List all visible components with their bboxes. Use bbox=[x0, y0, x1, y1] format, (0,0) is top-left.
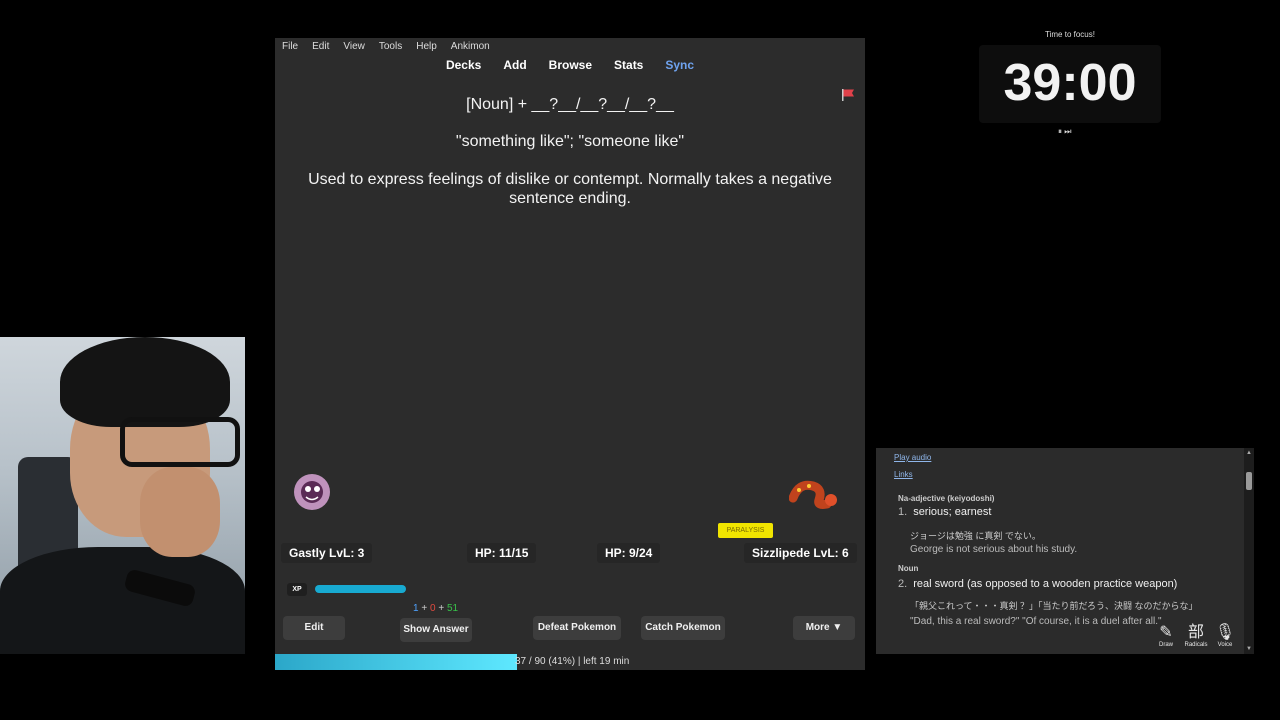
part-of-speech: Noun bbox=[898, 564, 919, 573]
menu-bar: File Edit View Tools Help Ankimon bbox=[275, 38, 865, 56]
card-usage: Used to express feelings of dislike or c… bbox=[308, 171, 832, 207]
radicals-label: Radicals bbox=[1184, 642, 1208, 648]
defeat-pokemon-button[interactable]: Defeat Pokemon bbox=[533, 616, 621, 640]
example-english: George is not serious about his study. bbox=[910, 544, 1078, 555]
scrollbar-thumb[interactable] bbox=[1246, 472, 1252, 490]
person-shirt bbox=[0, 547, 245, 654]
count-plus: + bbox=[421, 603, 428, 614]
menu-file[interactable]: File bbox=[275, 38, 305, 56]
catch-pokemon-button[interactable]: Catch Pokemon bbox=[641, 616, 725, 640]
learn-count: 0 bbox=[429, 603, 436, 614]
xp-label: XP bbox=[287, 583, 307, 596]
radicals-tool[interactable]: 部 Radicals bbox=[1182, 624, 1210, 654]
person-hand bbox=[140, 467, 220, 557]
scroll-down-icon[interactable]: ▼ bbox=[1246, 646, 1252, 652]
more-button[interactable]: More ▼ bbox=[793, 616, 855, 640]
review-count: 51 bbox=[446, 603, 459, 614]
progress-text: 37 / 90 (41%) | left 19 min bbox=[515, 656, 630, 667]
example-english: "Dad, this a real sword?" "Of course, it… bbox=[910, 616, 1162, 627]
toolbar-decks[interactable]: Decks bbox=[446, 58, 481, 78]
definition-number: 2. bbox=[898, 578, 908, 590]
part-of-speech: Na-adjective (keiyodoshi) bbox=[898, 494, 995, 503]
draw-label: Draw bbox=[1158, 642, 1173, 648]
due-counts: 1 + 0 + 51 bbox=[413, 603, 458, 614]
card-meaning: "something like"; "someone like" bbox=[455, 133, 685, 150]
toolbar-sync[interactable]: Sync bbox=[665, 58, 694, 78]
definition-text: real sword (as opposed to a wooden pract… bbox=[913, 578, 1178, 590]
card-pattern: [Noun] + __?__/__?__/__?__ bbox=[466, 96, 674, 113]
timer-title: Time to focus! bbox=[1045, 30, 1095, 39]
anki-window: File Edit View Tools Help Ankimon Decks … bbox=[275, 38, 865, 670]
definition-number: 1. bbox=[898, 506, 908, 518]
enemy-hp: HP: 9/24 bbox=[597, 543, 661, 563]
menu-help[interactable]: Help bbox=[409, 38, 444, 56]
toolbar-stats[interactable]: Stats bbox=[614, 58, 643, 78]
enemy-pokemon-name: Sizzlipede LvL: 6 bbox=[744, 543, 857, 563]
xp-bar bbox=[315, 585, 406, 593]
new-count: 1 bbox=[413, 603, 419, 614]
status-badge: PARALYSIS bbox=[718, 523, 773, 538]
battle-info-row: Gastly LvL: 3 HP: 11/15 HP: 9/24 Sizzlip… bbox=[281, 543, 861, 563]
draw-icon: ✎ bbox=[1159, 624, 1173, 641]
player-hp: HP: 11/15 bbox=[467, 543, 537, 563]
example-japanese: ジョージは勉強 に真剣 でない。 bbox=[910, 531, 1041, 541]
example-japanese: 「親父これって・・・真剣 ？」「当たり前だろう、決闘 なのだからな」 bbox=[910, 601, 1198, 611]
menu-tools[interactable]: Tools bbox=[372, 38, 409, 56]
count-plus: + bbox=[438, 603, 445, 614]
main-toolbar: Decks Add Browse Stats Sync bbox=[275, 58, 865, 78]
menu-ankimon[interactable]: Ankimon bbox=[444, 38, 497, 56]
person-glasses bbox=[120, 417, 240, 467]
voice-tool[interactable]: 🎙 Voice bbox=[1211, 624, 1239, 654]
toolbar-browse[interactable]: Browse bbox=[549, 58, 592, 78]
definition: 2. real sword (as opposed to a wooden pra… bbox=[898, 578, 1177, 590]
webcam-feed bbox=[0, 337, 245, 654]
play-audio-link[interactable]: Play audio bbox=[894, 453, 931, 462]
links-link[interactable]: Links bbox=[894, 470, 913, 479]
voice-label: Voice bbox=[1217, 642, 1233, 648]
gastly-sprite bbox=[294, 474, 330, 510]
microphone-icon: 🎙 bbox=[1214, 624, 1236, 641]
edit-button[interactable]: Edit bbox=[283, 616, 345, 640]
menu-edit[interactable]: Edit bbox=[305, 38, 336, 56]
draw-tool[interactable]: ✎ Draw bbox=[1152, 624, 1180, 654]
definition-text: serious; earnest bbox=[913, 506, 992, 518]
progress-fill bbox=[275, 654, 517, 670]
person-hair bbox=[60, 337, 230, 427]
timer-display: 39:00 bbox=[979, 45, 1161, 123]
timer-value: 39:00 bbox=[1003, 54, 1137, 112]
scroll-up-icon[interactable]: ▲ bbox=[1246, 450, 1252, 456]
toolbar-add[interactable]: Add bbox=[503, 58, 526, 78]
radicals-icon: 部 bbox=[1187, 624, 1204, 641]
sizzlipede-sprite bbox=[789, 480, 837, 509]
show-answer-button[interactable]: Show Answer bbox=[400, 618, 472, 642]
timer-pause-skip-icon[interactable]: ⏸ ⏭ bbox=[1058, 127, 1071, 137]
menu-view[interactable]: View bbox=[336, 38, 372, 56]
progress-bar: 37 / 90 (41%) | left 19 min bbox=[275, 654, 865, 670]
player-pokemon-name: Gastly LvL: 3 bbox=[281, 543, 373, 563]
definition: 1. serious; earnest bbox=[898, 506, 991, 518]
